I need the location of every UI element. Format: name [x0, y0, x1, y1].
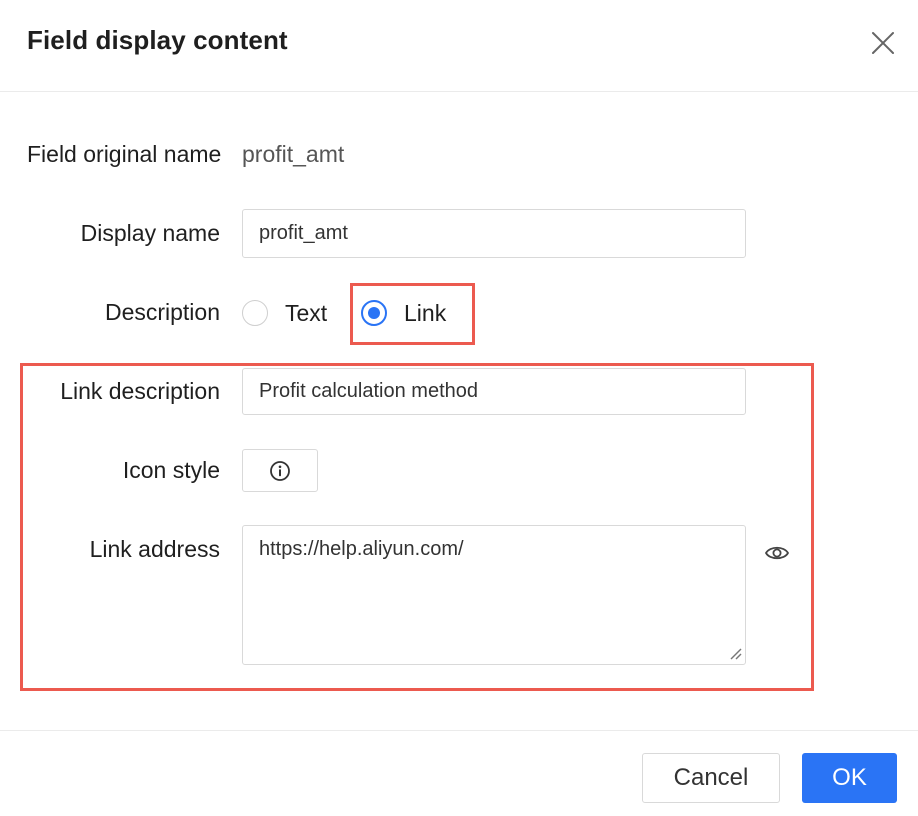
radio-link-circle[interactable] [361, 300, 387, 326]
radio-text-circle[interactable] [242, 300, 268, 326]
close-icon[interactable] [866, 26, 900, 60]
field-display-dialog: Field display content Field original nam… [0, 0, 918, 816]
display-name-input[interactable] [242, 209, 746, 258]
ok-button[interactable]: OK [802, 753, 897, 803]
link-description-label: Link description [60, 378, 220, 404]
dialog-footer [0, 730, 918, 816]
eye-icon[interactable] [764, 540, 790, 566]
radio-link-label: Link [404, 299, 447, 326]
link-address-textarea[interactable] [242, 525, 746, 665]
display-name-label: Display name [80, 220, 220, 246]
dialog-title: Field display content [27, 25, 288, 55]
radio-text-label: Text [285, 299, 328, 326]
cancel-button[interactable]: Cancel [642, 753, 780, 803]
icon-style-label: Icon style [122, 457, 220, 483]
icon-style-selector[interactable] [242, 449, 318, 492]
dialog-header: Field display content [0, 0, 918, 92]
description-label: Description [104, 299, 220, 325]
info-icon [270, 460, 290, 481]
radio-link[interactable]: Link [361, 291, 446, 335]
radio-text[interactable]: Text [242, 291, 327, 335]
link-address-label: Link address [89, 536, 220, 562]
original-name-value: profit_amt [242, 141, 345, 167]
link-description-input[interactable] [242, 368, 746, 415]
original-name-label: Field original name [27, 141, 222, 167]
